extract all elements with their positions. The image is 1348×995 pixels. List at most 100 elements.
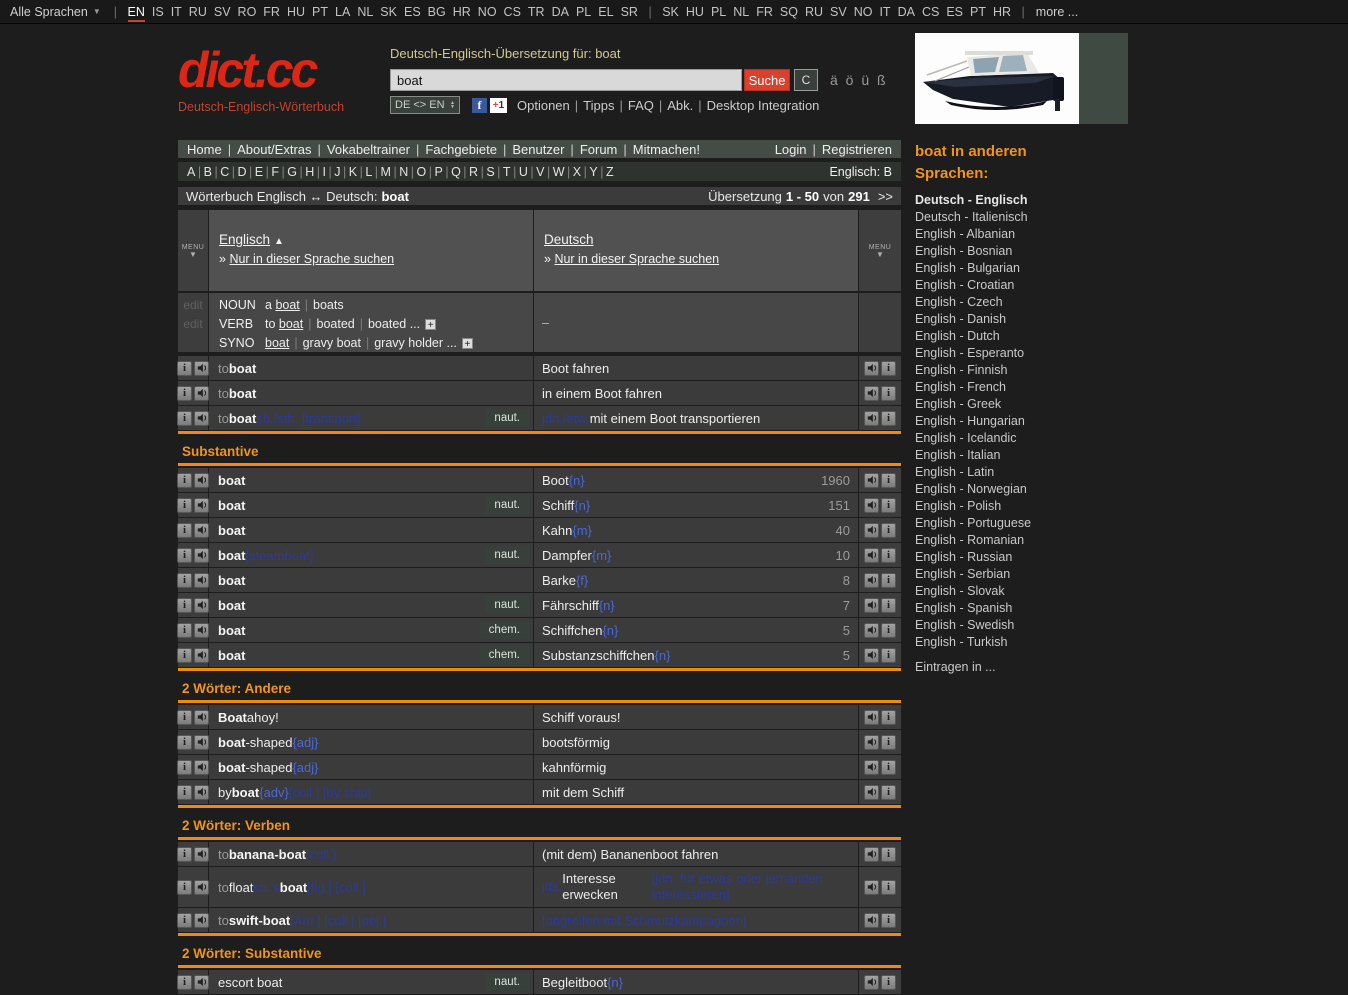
audio-button[interactable] xyxy=(864,623,879,638)
menu-button-left[interactable]: MENU ▼ xyxy=(178,210,208,291)
other-language-link[interactable]: English - Latin xyxy=(915,464,1155,481)
language-link-hr[interactable]: HR xyxy=(453,5,471,19)
info-button[interactable]: i xyxy=(177,386,192,401)
language-link-sq[interactable]: SQ xyxy=(780,5,798,19)
info-button[interactable]: i xyxy=(881,913,896,928)
alphabet-letter-y[interactable]: Y xyxy=(589,165,597,179)
alphabet-letter-c[interactable]: C xyxy=(220,165,229,179)
info-button[interactable]: i xyxy=(177,411,192,426)
audio-button[interactable] xyxy=(194,411,209,426)
nav-item-vokabeltrainer[interactable]: Vokabeltrainer xyxy=(327,142,410,157)
info-button[interactable]: i xyxy=(881,473,896,488)
alphabet-letter-a[interactable]: A xyxy=(187,165,195,179)
info-button[interactable]: i xyxy=(177,548,192,563)
audio-button[interactable] xyxy=(194,847,209,862)
next-page-link[interactable]: >> xyxy=(878,189,893,204)
language-link-bg[interactable]: BG xyxy=(428,5,446,19)
info-button[interactable]: i xyxy=(881,498,896,513)
other-language-link[interactable]: English - Hungarian xyxy=(915,413,1155,430)
language-link-nl[interactable]: NL xyxy=(357,5,373,19)
other-language-link[interactable]: English - Russian xyxy=(915,549,1155,566)
language-link-pl[interactable]: PL xyxy=(711,5,726,19)
other-language-link[interactable]: English - Swedish xyxy=(915,617,1155,634)
language-link-no[interactable]: NO xyxy=(854,5,873,19)
language-link-nl[interactable]: NL xyxy=(733,5,749,19)
audio-button[interactable] xyxy=(864,735,879,750)
other-language-link[interactable]: Deutsch - Italienisch xyxy=(915,209,1155,226)
alphabet-letter-s[interactable]: S xyxy=(486,165,494,179)
other-language-link[interactable]: English - Dutch xyxy=(915,328,1155,345)
alphabet-letter-r[interactable]: R xyxy=(469,165,478,179)
audio-button[interactable] xyxy=(864,880,879,895)
info-button[interactable]: i xyxy=(881,548,896,563)
info-button[interactable]: i xyxy=(177,847,192,862)
other-language-link[interactable]: English - Norwegian xyxy=(915,481,1155,498)
info-button[interactable]: i xyxy=(177,623,192,638)
other-language-link[interactable]: Deutsch - Englisch xyxy=(915,192,1155,209)
audio-button[interactable] xyxy=(194,548,209,563)
info-button[interactable]: i xyxy=(881,735,896,750)
language-link-es[interactable]: ES xyxy=(946,5,963,19)
info-button[interactable]: i xyxy=(881,598,896,613)
subject-badge[interactable]: chem. xyxy=(480,621,529,639)
nav-item-home[interactable]: Home xyxy=(187,142,222,157)
audio-button[interactable] xyxy=(864,975,879,990)
other-language-link[interactable]: English - Bosnian xyxy=(915,243,1155,260)
alphabet-letter-u[interactable]: U xyxy=(519,165,528,179)
audio-button[interactable] xyxy=(194,386,209,401)
info-button[interactable]: i xyxy=(177,573,192,588)
nav-item-forum[interactable]: Forum xyxy=(580,142,618,157)
language-link-cs[interactable]: CS xyxy=(504,5,521,19)
audio-button[interactable] xyxy=(864,548,879,563)
info-button[interactable]: i xyxy=(177,648,192,663)
expand-icon[interactable]: + xyxy=(425,319,436,330)
alphabet-letter-t[interactable]: T xyxy=(503,165,511,179)
alphabet-letter-d[interactable]: D xyxy=(237,165,246,179)
info-button[interactable]: i xyxy=(881,710,896,725)
other-language-link[interactable]: English - Bulgarian xyxy=(915,260,1155,277)
info-button[interactable]: i xyxy=(177,361,192,376)
language-link-hu[interactable]: HU xyxy=(686,5,704,19)
subject-badge[interactable]: naut. xyxy=(485,596,529,614)
info-button[interactable]: i xyxy=(177,498,192,513)
audio-button[interactable] xyxy=(194,975,209,990)
info-button[interactable]: i xyxy=(881,760,896,775)
audio-button[interactable] xyxy=(864,523,879,538)
info-button[interactable]: i xyxy=(177,735,192,750)
word-link[interactable]: boat xyxy=(275,298,299,312)
other-language-link[interactable]: English - Portuguese xyxy=(915,515,1155,532)
all-languages-dropdown[interactable]: Alle Sprachen xyxy=(10,5,88,19)
language-link-ro[interactable]: RO xyxy=(238,5,257,19)
language-link-it[interactable]: IT xyxy=(171,5,182,19)
other-language-link[interactable]: English - Spanish xyxy=(915,600,1155,617)
audio-button[interactable] xyxy=(194,598,209,613)
alphabet-letter-o[interactable]: O xyxy=(416,165,426,179)
sort-german-link[interactable]: Deutsch xyxy=(544,232,594,247)
other-language-link[interactable]: English - Danish xyxy=(915,311,1155,328)
language-link-it[interactable]: IT xyxy=(879,5,890,19)
language-link-fr[interactable]: FR xyxy=(756,5,773,19)
language-link-no[interactable]: NO xyxy=(478,5,497,19)
header-link-optionen[interactable]: Optionen xyxy=(517,98,570,113)
language-link-tr[interactable]: TR xyxy=(528,5,545,19)
info-button[interactable]: i xyxy=(177,710,192,725)
facebook-icon[interactable]: f xyxy=(472,98,487,113)
alphabet-letter-m[interactable]: M xyxy=(381,165,391,179)
subject-badge[interactable]: naut. xyxy=(485,496,529,514)
other-language-link[interactable]: English - Turkish xyxy=(915,634,1155,651)
alphabet-letter-i[interactable]: I xyxy=(323,165,326,179)
audio-button[interactable] xyxy=(194,735,209,750)
info-button[interactable]: i xyxy=(177,598,192,613)
audio-button[interactable] xyxy=(864,598,879,613)
audio-button[interactable] xyxy=(864,760,879,775)
nav-item-aboutextras[interactable]: About/Extras xyxy=(237,142,311,157)
language-link-da[interactable]: DA xyxy=(552,5,569,19)
search-german-only-link[interactable]: Nur in dieser Sprache suchen xyxy=(554,252,719,266)
language-link-es[interactable]: ES xyxy=(404,5,421,19)
audio-button[interactable] xyxy=(864,498,879,513)
word-link[interactable]: boat xyxy=(265,336,289,350)
audio-button[interactable] xyxy=(864,913,879,928)
info-button[interactable]: i xyxy=(881,623,896,638)
audio-button[interactable] xyxy=(194,573,209,588)
language-link-pt[interactable]: PT xyxy=(312,5,328,19)
